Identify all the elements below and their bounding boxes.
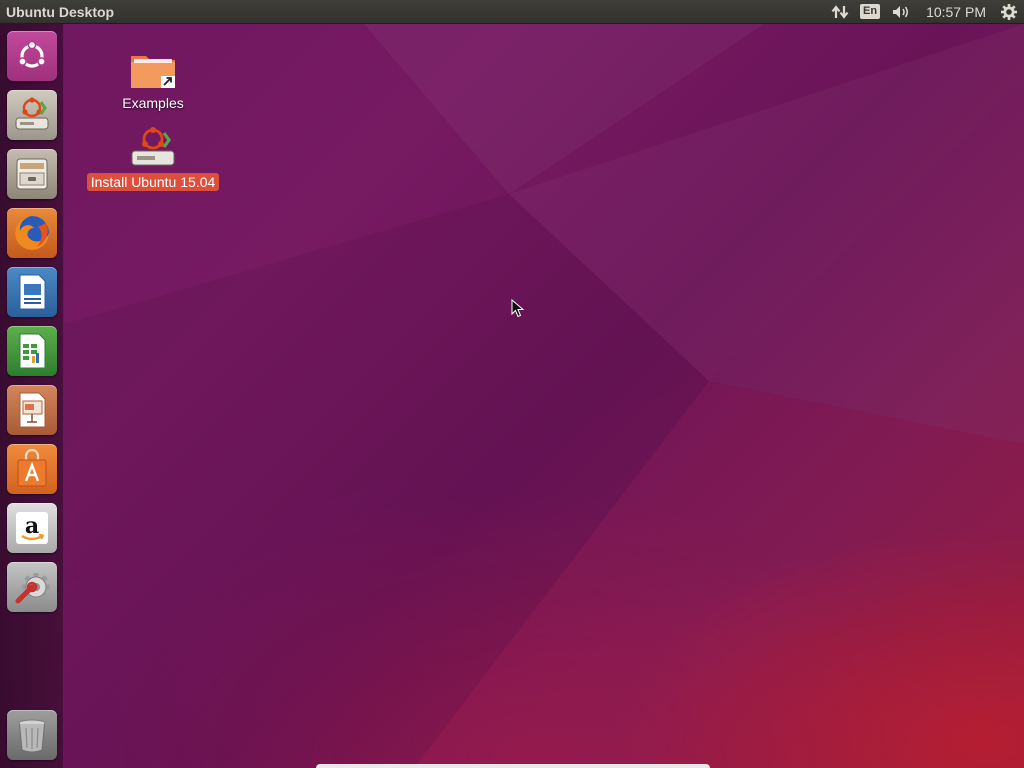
mouse-cursor-icon bbox=[511, 299, 525, 318]
indicator-area: En 10:57 PM bbox=[824, 0, 1024, 24]
keyboard-layout-indicator[interactable]: En bbox=[856, 0, 884, 24]
speaker-icon[interactable] bbox=[884, 0, 918, 24]
launcher-item-system-settings[interactable] bbox=[7, 562, 57, 612]
launcher-item-firefox[interactable] bbox=[7, 208, 57, 258]
ubuntu-logo-icon bbox=[18, 40, 46, 68]
trash-icon bbox=[18, 719, 46, 753]
window-title: Ubuntu Desktop bbox=[6, 3, 115, 20]
shopping-bag-icon bbox=[17, 448, 47, 487]
launcher-item-writer[interactable] bbox=[7, 267, 57, 317]
clock[interactable]: 10:57 PM bbox=[918, 0, 994, 24]
file-cabinet-icon bbox=[16, 158, 48, 190]
launcher-item-dash[interactable] bbox=[7, 31, 57, 81]
amazon-logo-icon: a bbox=[16, 512, 48, 544]
launcher-item-install-ubuntu[interactable] bbox=[7, 90, 57, 140]
launcher-item-impress[interactable] bbox=[7, 385, 57, 435]
desktop-icon-install-ubuntu[interactable]: Install Ubuntu 15.04 bbox=[82, 125, 224, 191]
desktop-icon-examples[interactable]: Examples bbox=[110, 50, 196, 112]
top-panel: Ubuntu Desktop En 10:57 PM bbox=[0, 0, 1024, 24]
launcher-item-trash[interactable] bbox=[7, 710, 57, 760]
desktop-icon-label: Install Ubuntu 15.04 bbox=[86, 173, 220, 191]
gear-icon[interactable] bbox=[994, 0, 1024, 24]
launcher-item-amazon[interactable]: a bbox=[7, 503, 57, 553]
launcher: a bbox=[0, 24, 64, 768]
launcher-item-software-center[interactable] bbox=[7, 444, 57, 494]
installer-icon bbox=[131, 127, 175, 166]
installer-icon bbox=[15, 97, 49, 130]
bottom-edge-bar bbox=[316, 764, 710, 768]
firefox-icon bbox=[15, 216, 49, 250]
calc-spreadsheet-icon bbox=[19, 333, 46, 369]
launcher-item-calc[interactable] bbox=[7, 326, 57, 376]
wrench-gear-icon bbox=[15, 573, 50, 604]
svg-text:a: a bbox=[25, 513, 39, 539]
folder-link-icon bbox=[131, 56, 175, 88]
desktop-icon-label: Examples bbox=[122, 95, 184, 111]
launcher-item-files[interactable] bbox=[7, 149, 57, 199]
network-updown-icon[interactable] bbox=[824, 0, 856, 24]
impress-presentation-icon bbox=[19, 392, 46, 428]
writer-document-icon bbox=[19, 274, 46, 310]
keyboard-layout-label: En bbox=[860, 4, 881, 19]
